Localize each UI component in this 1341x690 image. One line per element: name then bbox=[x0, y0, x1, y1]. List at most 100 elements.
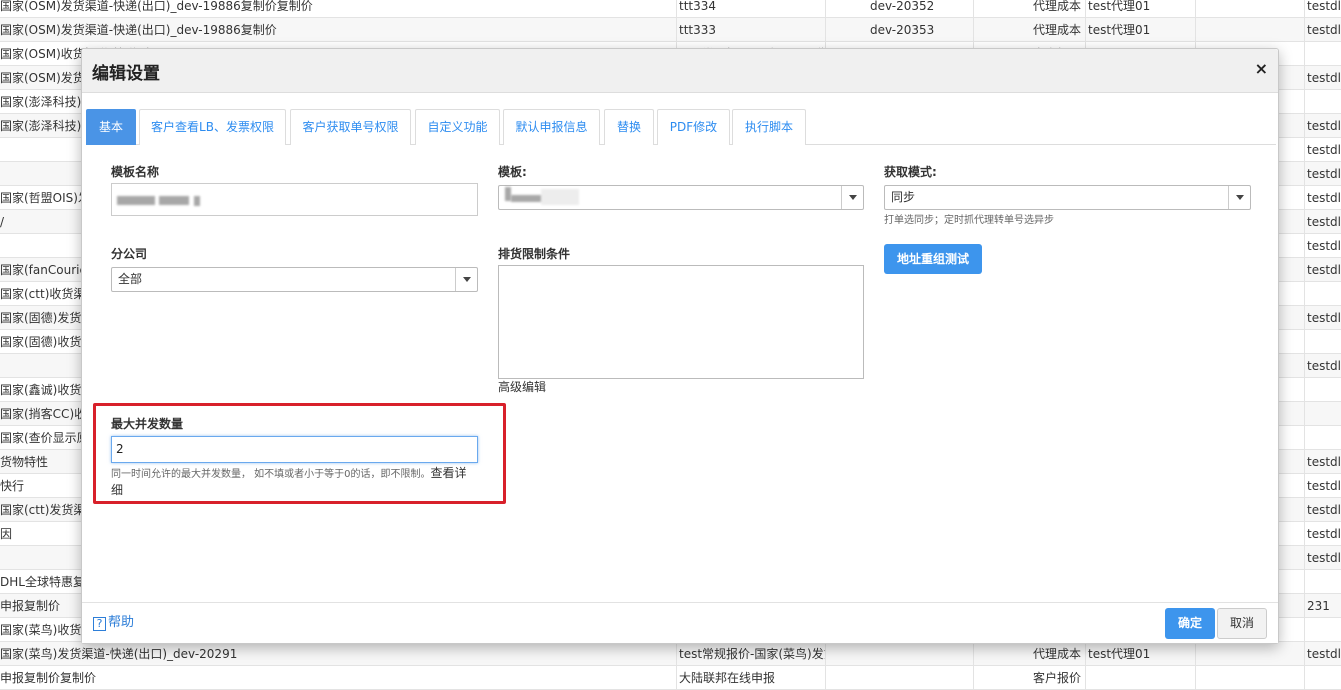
cancel-button[interactable]: 取消 bbox=[1217, 608, 1267, 639]
view-details-link[interactable]: 查看详 bbox=[431, 466, 467, 480]
channel-name-cell: 国家(OSM)发货渠道-快递(出口)_dev-19886复制价 bbox=[0, 23, 277, 37]
tab-execute-script[interactable]: 执行脚本 bbox=[732, 109, 806, 145]
redacted-text bbox=[194, 196, 200, 206]
account-cell: testdl0 bbox=[1304, 354, 1341, 378]
branch-select-value: 全部 bbox=[118, 272, 143, 286]
shipping-limit-label: 排货限制条件 bbox=[498, 247, 571, 261]
account-cell bbox=[1304, 90, 1341, 114]
blank-cell bbox=[1195, 18, 1304, 42]
branch-select[interactable]: 全部 bbox=[111, 267, 478, 292]
dev-id-cell: dev-20352 bbox=[825, 0, 973, 18]
max-concurrency-hint-text: 同一时间允许的最大并发数量， 如不填或者小于等于0的话，即不限制。 bbox=[111, 469, 431, 480]
account-cell: testdl0 bbox=[1304, 522, 1341, 546]
account-cell: testdl0 bbox=[1304, 546, 1341, 570]
blank-cell bbox=[1195, 642, 1304, 666]
edit-settings-modal: 编辑设置 × 基本 客户查看LB、发票权限 客户获取单号权限 自定义功能 默认申… bbox=[81, 48, 1279, 644]
account-cell: testdl0 bbox=[1304, 210, 1341, 234]
account-cell: testdl0 bbox=[1304, 234, 1341, 258]
table-row[interactable]: 国家(OSM)发货渠道-快递(出口)_dev-19886复制价复制价 ttt334… bbox=[0, 0, 1341, 18]
blank-cell bbox=[1195, 666, 1304, 690]
redacted-text bbox=[117, 196, 155, 205]
account-cell: testdl0 bbox=[1304, 186, 1341, 210]
account-cell: testdl0 bbox=[1304, 474, 1341, 498]
dev-id-cell bbox=[825, 642, 973, 666]
agent-cell: test代理01 bbox=[1085, 18, 1195, 42]
quote-name-cell: ttt334 bbox=[676, 0, 825, 18]
template-name-input[interactable] bbox=[111, 183, 478, 216]
account-cell: testdl0 bbox=[1304, 258, 1341, 282]
account-cell bbox=[1304, 426, 1341, 450]
chevron-down-icon bbox=[463, 277, 471, 282]
redacted-text bbox=[511, 195, 541, 202]
close-icon[interactable]: × bbox=[1255, 59, 1268, 78]
account-cell bbox=[1304, 570, 1341, 594]
fetch-mode-hint: 打单选同步；定时抓代理转单号选异步 bbox=[884, 215, 1054, 226]
tab-customer-lb-invoice-permission[interactable]: 客户查看LB、发票权限 bbox=[139, 109, 286, 145]
redacted-text bbox=[159, 196, 189, 205]
quote-name-cell: ttt333 bbox=[676, 18, 825, 42]
dev-id-cell bbox=[825, 666, 973, 690]
max-concurrency-hint: 同一时间允许的最大并发数量， 如不填或者小于等于0的话，即不限制。查看详 bbox=[111, 464, 467, 481]
agent-cell: test代理01 bbox=[1085, 642, 1195, 666]
fetch-mode-label: 获取模式: bbox=[884, 165, 937, 179]
account-cell: testdl0 bbox=[1304, 0, 1341, 18]
help-icon: ? bbox=[93, 617, 106, 631]
quote-name-cell: 大陆联邦在线申报 bbox=[676, 666, 825, 690]
tab-pdf-modify[interactable]: PDF修改 bbox=[657, 109, 730, 145]
account-cell bbox=[1304, 402, 1341, 426]
table-row[interactable]: 国家(菜鸟)发货渠道-快递(出口)_dev-20291 test常规报价-国家(菜… bbox=[0, 642, 1341, 666]
account-cell: testdl0 bbox=[1304, 18, 1341, 42]
account-cell: testdl0 bbox=[1304, 138, 1341, 162]
confirm-button[interactable]: 确定 bbox=[1165, 608, 1215, 639]
tab-customer-tracking-number-permission[interactable]: 客户获取单号权限 bbox=[290, 109, 411, 145]
price-type-cell: 代理成本 bbox=[973, 0, 1085, 18]
account-cell bbox=[1304, 618, 1341, 642]
tab-custom-functions[interactable]: 自定义功能 bbox=[415, 109, 500, 145]
max-concurrency-input[interactable]: 2 bbox=[111, 436, 478, 463]
account-cell: testdl0 bbox=[1304, 66, 1341, 90]
modal-title: 编辑设置 bbox=[92, 64, 160, 84]
account-cell: testdl0 bbox=[1304, 162, 1341, 186]
view-details-link-cont[interactable]: 细 bbox=[111, 481, 123, 498]
template-select[interactable] bbox=[498, 185, 864, 210]
fetch-mode-select[interactable]: 同步 bbox=[884, 185, 1251, 210]
table-row[interactable]: 国家(OSM)发货渠道-快递(出口)_dev-19886复制价 ttt333 dev… bbox=[0, 18, 1341, 42]
help-label: 帮助 bbox=[108, 615, 135, 630]
dev-id-cell: dev-20353 bbox=[825, 18, 973, 42]
account-cell: testdl0 bbox=[1304, 114, 1341, 138]
tab-replace[interactable]: 替换 bbox=[604, 109, 654, 145]
fetch-mode-value: 同步 bbox=[891, 190, 916, 204]
advanced-edit-link[interactable]: 高级编辑 bbox=[498, 378, 546, 395]
template-label: 模板: bbox=[498, 165, 527, 179]
chevron-down-icon bbox=[849, 195, 857, 200]
modal-footer: ? 帮助 确定 取消 bbox=[82, 602, 1278, 643]
account-cell: testdl0 bbox=[1304, 450, 1341, 474]
account-cell bbox=[1304, 378, 1341, 402]
modal-header: 编辑设置 × bbox=[82, 49, 1278, 93]
price-type-cell: 代理成本 bbox=[973, 18, 1085, 42]
tab-default-declaration[interactable]: 默认申报信息 bbox=[503, 109, 600, 145]
account-cell: testdl0 bbox=[1304, 642, 1341, 666]
redacted-text bbox=[541, 189, 579, 205]
address-test-button[interactable]: 地址重组测试 bbox=[884, 244, 982, 274]
account-cell bbox=[1304, 42, 1341, 66]
account-cell: testdl0 bbox=[1304, 306, 1341, 330]
shipping-limit-textarea[interactable] bbox=[498, 265, 864, 379]
help-link[interactable]: ? 帮助 bbox=[93, 611, 134, 631]
channel-name-cell: 国家(菜鸟)发货渠道-快递(出口)_dev-20291 bbox=[0, 647, 238, 661]
table-row[interactable]: 申报复制价复制价 大陆联邦在线申报 客户报价 bbox=[0, 666, 1341, 690]
account-cell bbox=[1304, 666, 1341, 690]
tab-basic[interactable]: 基本 bbox=[86, 109, 136, 145]
branch-label: 分公司 bbox=[111, 247, 148, 261]
channel-name-cell: 申报复制价复制价 bbox=[0, 671, 97, 685]
account-cell bbox=[1304, 282, 1341, 306]
tab-bar: 基本 客户查看LB、发票权限 客户获取单号权限 自定义功能 默认申报信息 替换 … bbox=[86, 109, 1276, 145]
price-type-cell: 客户报价 bbox=[973, 666, 1085, 690]
quote-name-cell: test常规报价-国家(菜鸟)发货 bbox=[676, 642, 825, 666]
template-name-label: 模板名称 bbox=[111, 165, 160, 179]
price-type-cell: 代理成本 bbox=[973, 642, 1085, 666]
agent-cell: test代理01 bbox=[1085, 0, 1195, 18]
account-cell: 231 bbox=[1304, 594, 1341, 618]
blank-cell bbox=[1195, 0, 1304, 18]
account-cell: testdl0 bbox=[1304, 498, 1341, 522]
